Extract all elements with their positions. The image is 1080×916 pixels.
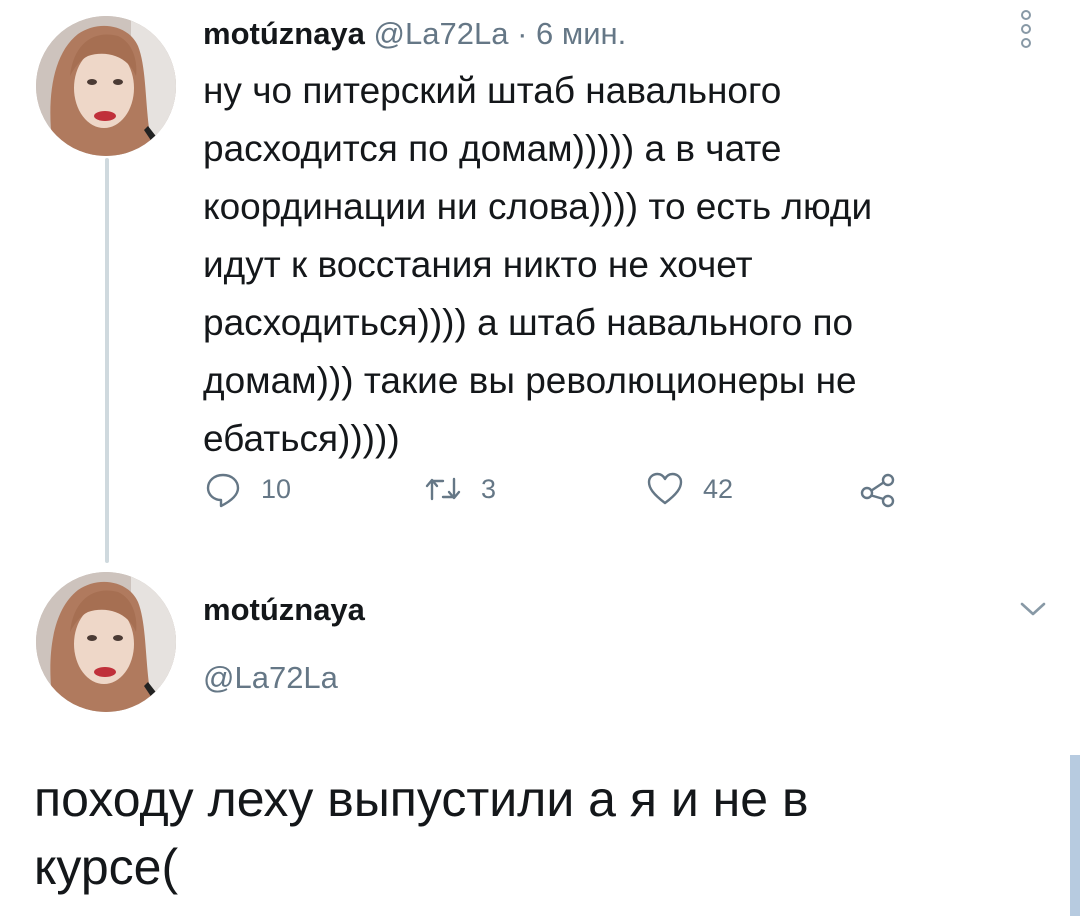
retweet-count: 3 [481,473,497,504]
tweet-text: походу леху выпустили а я и не в курсе( [34,771,809,895]
chevron-down-icon[interactable] [1018,598,1048,620]
meta-separator: · [517,16,528,51]
display-name[interactable]: motúznaya [203,590,365,630]
like-button[interactable]: 42 [645,465,733,513]
avatar-photo [36,572,176,712]
user-handle[interactable]: @La72La [203,658,338,698]
reply-button[interactable]: 10 [203,465,291,513]
heart-icon [647,472,683,505]
tweet-actions: 10 3 42 [203,465,923,513]
tweet-text: ну чо питерский штаб навального расходит… [203,70,873,459]
avatar[interactable] [36,572,176,712]
thread-connector-line [105,158,109,563]
tweet-header: motúznaya @La72La · 6 мин. [203,14,626,54]
display-name[interactable]: motúznaya [203,16,365,51]
retweet-icon [425,477,461,501]
reply-count: 10 [261,473,292,504]
user-handle[interactable]: @La72La [374,16,509,51]
scrollbar-thumb[interactable] [1070,755,1080,916]
share-button[interactable] [858,465,916,513]
share-icon [860,473,895,508]
retweet-button[interactable]: 3 [423,465,496,513]
like-count: 42 [703,473,734,504]
more-vertical-icon[interactable] [1015,10,1037,48]
avatar-photo [36,16,176,156]
tweet-timestamp[interactable]: 6 мин. [536,16,626,51]
tweet-thread: motúznaya @La72La · 6 мин. ну чо питерск… [0,0,1080,916]
reply-icon [206,473,240,508]
avatar[interactable] [36,16,176,156]
